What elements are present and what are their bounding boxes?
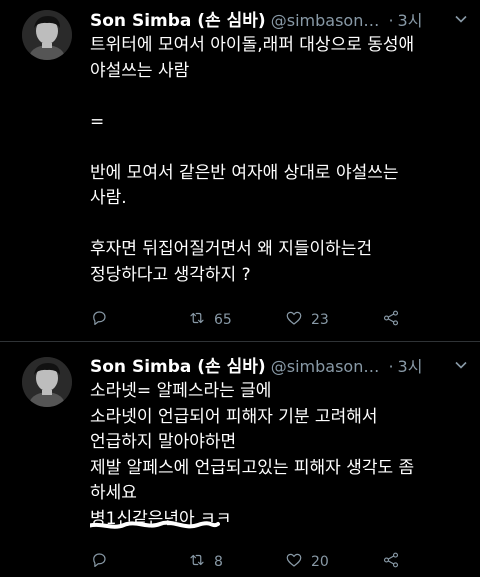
- tweet-text-line: 정당하다고 생각하지 ?: [90, 264, 251, 285]
- tweet-text-line: [90, 84, 470, 110]
- display-name[interactable]: Son Simba (손 심바): [90, 357, 266, 376]
- chevron-down-icon[interactable]: [454, 357, 468, 371]
- reply-button[interactable]: [90, 310, 116, 330]
- timestamp[interactable]: 3시: [398, 357, 423, 376]
- avatar[interactable]: [22, 357, 72, 407]
- tweet-text-line: 하세요: [90, 483, 137, 503]
- tweet-text-line: 야설쓰는 사람: [90, 60, 190, 81]
- tweet-text-line: =: [90, 111, 105, 132]
- separator-dot: ·: [388, 11, 394, 30]
- retweet-count: 8: [214, 554, 223, 570]
- redaction-scribble: [90, 520, 220, 529]
- like-button[interactable]: 23: [285, 310, 329, 330]
- display-name[interactable]: Son Simba (손 심바): [90, 11, 266, 30]
- tweet-text-line: 언급하지 말아야하면: [90, 432, 237, 452]
- share-button[interactable]: [382, 552, 400, 572]
- reply-icon: [90, 551, 108, 573]
- retweet-button[interactable]: 65: [188, 310, 232, 330]
- reply-icon: [90, 309, 108, 331]
- tweet-text: 트위터에 모여서 아이돌,래퍼 대상으로 동성애 야설쓰는 사람 = 반에 모여…: [90, 33, 470, 288]
- tweet-text-line: 소라넷= 알페스라는 글에: [90, 381, 272, 401]
- retweet-icon: [188, 309, 206, 331]
- reply-button[interactable]: [90, 552, 116, 572]
- timestamp[interactable]: 3시: [398, 11, 423, 30]
- heart-icon: [285, 551, 303, 573]
- like-count: 20: [311, 554, 329, 570]
- tweet-text-line: [90, 135, 470, 161]
- tweet-actions: 8 20: [90, 552, 480, 572]
- tweet-text-line: [90, 212, 470, 238]
- tweet-text: 소라넷= 알페스라는 글에 소라넷이 언급되어 피해자 기분 고려해서 언급하지…: [90, 379, 470, 532]
- tweet-header: Son Simba (손 심바) @simbason… · 3시: [90, 352, 480, 376]
- tweet[interactable]: Son Simba (손 심바) @simbason… · 3시 소라넷= 알페스…: [0, 342, 480, 577]
- chevron-down-icon[interactable]: [454, 11, 468, 25]
- separator-dot: ·: [388, 357, 394, 376]
- retweet-button[interactable]: 8: [188, 552, 223, 572]
- tweet[interactable]: Son Simba (손 심바) @simbason… · 3시 트위터에 모여서…: [0, 0, 480, 341]
- tweet-actions: 65 23: [90, 310, 480, 330]
- tweet-text-line: 반에 모여서 같은반 여자애 상대로 야설쓰는: [90, 162, 399, 183]
- share-icon: [382, 309, 400, 331]
- tweet-text-line: 제발 알페스에 언급되고있는 피해자 생각도 좀: [90, 457, 415, 478]
- like-count: 23: [311, 312, 329, 328]
- share-icon: [382, 551, 400, 573]
- tweet-text-line: 후자면 뒤집어질거면서 왜 지들이하는건: [90, 239, 373, 259]
- user-handle[interactable]: @simbason…: [271, 11, 380, 30]
- share-button[interactable]: [382, 310, 400, 330]
- user-handle[interactable]: @simbason…: [271, 357, 380, 376]
- heart-icon: [285, 309, 303, 331]
- retweet-icon: [188, 551, 206, 573]
- avatar[interactable]: [22, 10, 72, 60]
- tweet-header: Son Simba (손 심바) @simbason… · 3시: [90, 6, 480, 30]
- retweet-count: 65: [214, 312, 232, 328]
- tweet-text-line: 소라넷이 언급되어 피해자 기분 고려해서: [90, 406, 378, 427]
- like-button[interactable]: 20: [285, 552, 329, 572]
- tweet-text-line: 트위터에 모여서 아이돌,래퍼 대상으로 동성애: [90, 35, 415, 55]
- tweet-text-line: 사람.: [90, 188, 127, 208]
